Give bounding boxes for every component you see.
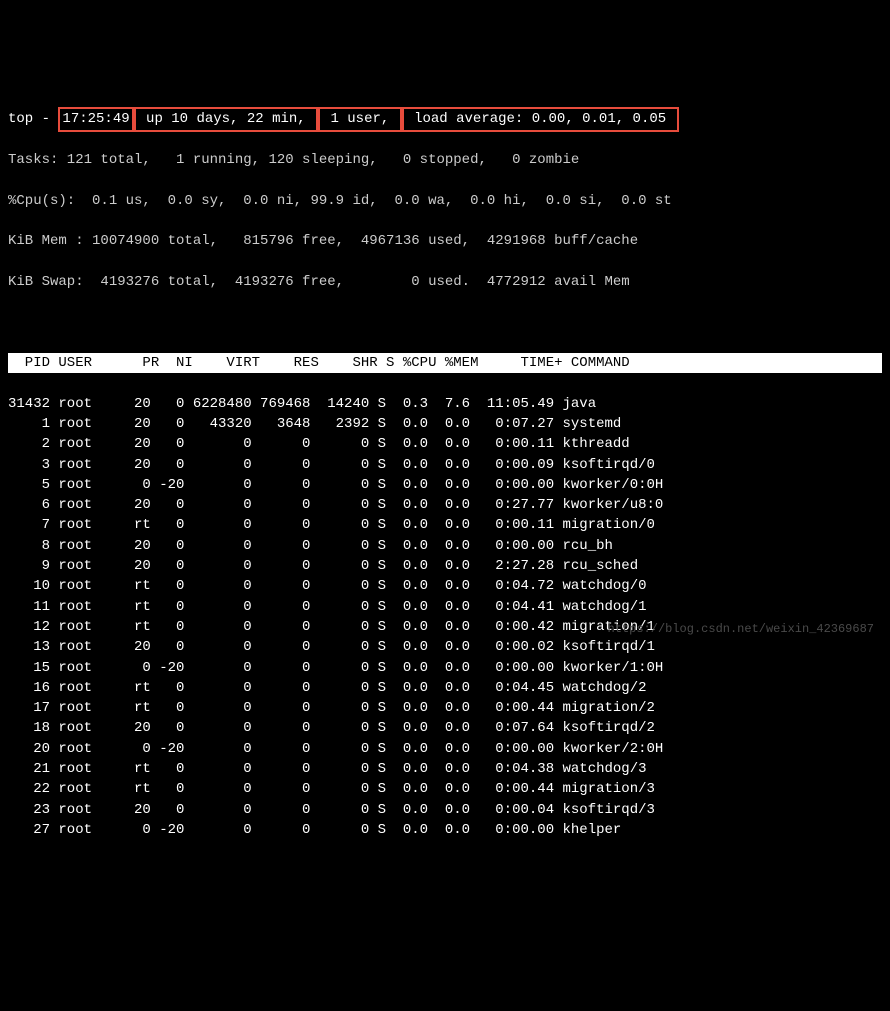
process-row: 3 root 20 0 0 0 0 S 0.0 0.0 0:00.09 ksof… bbox=[8, 455, 882, 475]
process-row: 2 root 20 0 0 0 0 S 0.0 0.0 0:00.11 kthr… bbox=[8, 434, 882, 454]
process-row: 20 root 0 -20 0 0 0 S 0.0 0.0 0:00.00 kw… bbox=[8, 739, 882, 759]
process-row: 6 root 20 0 0 0 0 S 0.0 0.0 0:27.77 kwor… bbox=[8, 495, 882, 515]
mem-line: KiB Mem : 10074900 total, 815796 free, 4… bbox=[8, 231, 882, 251]
process-row: 15 root 0 -20 0 0 0 S 0.0 0.0 0:00.00 kw… bbox=[8, 658, 882, 678]
process-row: 18 root 20 0 0 0 0 S 0.0 0.0 0:07.64 kso… bbox=[8, 718, 882, 738]
process-row: 9 root 20 0 0 0 0 S 0.0 0.0 2:27.28 rcu_… bbox=[8, 556, 882, 576]
process-row: 1 root 20 0 43320 3648 2392 S 0.0 0.0 0:… bbox=[8, 414, 882, 434]
top-prefix: top - bbox=[8, 111, 58, 127]
process-row: 22 root rt 0 0 0 0 S 0.0 0.0 0:00.44 mig… bbox=[8, 779, 882, 799]
process-row: 8 root 20 0 0 0 0 S 0.0 0.0 0:00.00 rcu_… bbox=[8, 536, 882, 556]
users-box: 1 user, bbox=[318, 107, 402, 131]
tasks-line: Tasks: 121 total, 1 running, 120 sleepin… bbox=[8, 150, 882, 170]
cpu-line: %Cpu(s): 0.1 us, 0.0 sy, 0.0 ni, 99.9 id… bbox=[8, 191, 882, 211]
process-row: 10 root rt 0 0 0 0 S 0.0 0.0 0:04.72 wat… bbox=[8, 576, 882, 596]
blank-line bbox=[8, 312, 882, 332]
process-list: 31432 root 20 0 6228480 769468 14240 S 0… bbox=[8, 394, 882, 841]
terminal-output: top - 17:25:49 up 10 days, 22 min, 1 use… bbox=[8, 89, 882, 860]
swap-line: KiB Swap: 4193276 total, 4193276 free, 0… bbox=[8, 272, 882, 292]
process-row: 7 root rt 0 0 0 0 S 0.0 0.0 0:00.11 migr… bbox=[8, 515, 882, 535]
process-row: 11 root rt 0 0 0 0 S 0.0 0.0 0:04.41 wat… bbox=[8, 597, 882, 617]
process-row: 13 root 20 0 0 0 0 S 0.0 0.0 0:00.02 kso… bbox=[8, 637, 882, 657]
process-row: 5 root 0 -20 0 0 0 S 0.0 0.0 0:00.00 kwo… bbox=[8, 475, 882, 495]
process-row: 31432 root 20 0 6228480 769468 14240 S 0… bbox=[8, 394, 882, 414]
process-row: 16 root rt 0 0 0 0 S 0.0 0.0 0:04.45 wat… bbox=[8, 678, 882, 698]
watermark: https://blog.csdn.net/weixin_42369687 bbox=[608, 621, 874, 638]
uptime-box: up 10 days, 22 min, bbox=[134, 107, 318, 131]
column-header: PID USER PR NI VIRT RES SHR S %CPU %MEM … bbox=[8, 353, 882, 373]
process-row: 17 root rt 0 0 0 0 S 0.0 0.0 0:00.44 mig… bbox=[8, 698, 882, 718]
process-row: 27 root 0 -20 0 0 0 S 0.0 0.0 0:00.00 kh… bbox=[8, 820, 882, 840]
current-time-box: 17:25:49 bbox=[58, 107, 133, 131]
summary-line: top - 17:25:49 up 10 days, 22 min, 1 use… bbox=[8, 109, 882, 129]
process-row: 23 root 20 0 0 0 0 S 0.0 0.0 0:00.04 kso… bbox=[8, 800, 882, 820]
process-row: 21 root rt 0 0 0 0 S 0.0 0.0 0:04.38 wat… bbox=[8, 759, 882, 779]
loadavg-box: load average: 0.00, 0.01, 0.05 bbox=[402, 107, 679, 131]
